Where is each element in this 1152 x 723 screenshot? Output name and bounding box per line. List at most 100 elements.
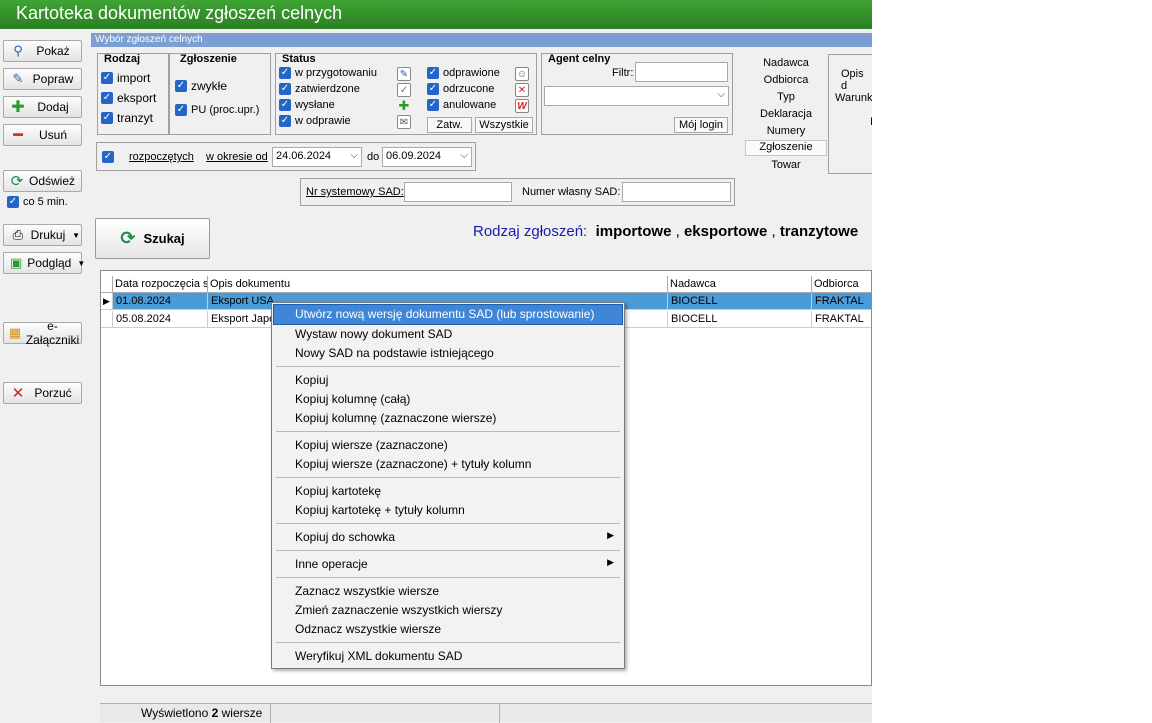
row-indicator-header [101, 276, 113, 293]
menu-item-label: Kopiuj do schowka [295, 530, 396, 544]
checkbox-icon: ✓ [427, 99, 439, 111]
cell-odbiorca[interactable]: FRAKTAL [812, 311, 871, 328]
checkbox-icon: ✓ [175, 80, 187, 92]
cell-nadawca[interactable]: BIOCELL [668, 311, 812, 328]
odswiez-button[interactable]: ⟳ Odśwież [3, 170, 82, 192]
checkmark-icon: ✓ [397, 83, 411, 97]
auto-refresh-toggle[interactable]: ✓ co 5 min. [7, 196, 68, 208]
checkbox-icon: ✓ [427, 67, 439, 79]
zgloszenie-pu-checkbox[interactable]: ✓ PU (proc.upr.) [175, 104, 259, 116]
tab-nadawca[interactable]: Nadawca [745, 57, 827, 69]
menu-item-nowa-wersja[interactable]: Utwórz nową wersję dokumentu SAD (lub sp… [273, 304, 623, 325]
nr-systemowy-input[interactable] [404, 182, 512, 202]
row-count-text: Wyświetlono 2 wiersze [141, 706, 262, 720]
tab-typ[interactable]: Typ [745, 91, 827, 103]
column-header-odbiorca[interactable]: Odbiorca [812, 276, 871, 293]
menu-item-odznacz-wszystkie[interactable]: Odznacz wszystkie wiersze [274, 620, 622, 639]
column-header-data[interactable]: Data rozpoczęcia s [113, 276, 208, 293]
status-odprawione-checkbox[interactable]: ✓ odprawione [427, 67, 500, 79]
date-type-link[interactable]: rozpoczętych [129, 151, 194, 163]
status-odrzucone-checkbox[interactable]: ✓ odrzucone [427, 83, 494, 95]
popraw-button[interactable]: ✎ Popraw [3, 68, 82, 90]
rodzaj-import-checkbox[interactable]: ✓ import [101, 71, 150, 85]
tab-towar[interactable]: Towar [745, 159, 827, 171]
status-wyslane-label: wysłane [295, 99, 335, 111]
tab-zgloszenie[interactable]: Zgłoszenie [745, 140, 827, 156]
column-header-nadawca[interactable]: Nadawca [668, 276, 812, 293]
checkbox-icon: ✓ [101, 72, 113, 84]
date-from-picker[interactable]: 24.06.2024 ⌵ [272, 147, 362, 167]
chevron-down-icon: ⌵ [460, 150, 468, 161]
nr-systemowy-label[interactable]: Nr systemowy SAD: [306, 186, 404, 198]
column-header-opis[interactable]: Opis dokumentu [208, 276, 668, 293]
porzuc-button[interactable]: ✕ Porzuć [3, 382, 82, 404]
status-zatwierdzone-checkbox[interactable]: ✓ zatwierdzone [279, 83, 360, 95]
chevron-down-icon: ⌵ [350, 150, 358, 161]
tab-numery[interactable]: Numery [745, 125, 827, 137]
cell-date[interactable]: 01.08.2024 [113, 293, 208, 310]
status-przygotowanie-checkbox[interactable]: ✓ w przygotowaniu [279, 67, 377, 79]
status-anulowane-checkbox[interactable]: ✓ anulowane [427, 99, 496, 111]
status-zatwierdzone-label: zatwierdzone [295, 83, 360, 95]
dropdown-arrow-icon: ▼ [72, 230, 81, 240]
plus-icon: ✚ [11, 99, 25, 116]
context-menu: Utwórz nową wersję dokumentu SAD (lub sp… [271, 302, 625, 669]
status-odprawa-checkbox[interactable]: ✓ w odprawie [279, 115, 351, 127]
date-to-picker[interactable]: 06.09.2024 ⌵ [382, 147, 472, 167]
rodzaj-eksport-checkbox[interactable]: ✓ eksport [101, 91, 156, 105]
rodzaj-tranzyt-checkbox[interactable]: ✓ tranzyt [101, 111, 153, 125]
date-range-link[interactable]: w okresie od [206, 151, 268, 163]
menu-item-wystaw-nowy[interactable]: Wystaw nowy dokument SAD [274, 325, 622, 344]
preview-icon: ▣ [10, 255, 23, 270]
close-icon: ✕ [11, 385, 25, 402]
menu-item-kopiuj-kartoteke[interactable]: Kopiuj kartotekę [274, 482, 622, 501]
refresh-icon: ⟳ [120, 228, 136, 248]
menu-item-kopiuj-do-schowka[interactable]: Kopiuj do schowka ▶ [274, 528, 622, 547]
menu-item-kopiuj-wiersze[interactable]: Kopiuj wiersze (zaznaczone) [274, 436, 622, 455]
ezalaczniki-button[interactable]: ▦ e-Załączniki [3, 319, 82, 347]
status-wyslane-checkbox[interactable]: ✓ wysłane [279, 99, 335, 111]
magic-wand-icon: ⚲ [13, 43, 23, 58]
cell-odbiorca[interactable]: FRAKTAL [812, 293, 871, 310]
rodzaj-info: Rodzaj zgłoszeń: importowe , eksportowe … [473, 223, 858, 240]
menu-separator [276, 523, 620, 524]
drukuj-button[interactable]: ⎙ Drukuj ▼ [3, 224, 82, 246]
tab-deklaracja[interactable]: Deklaracja [745, 108, 827, 120]
warunki-label: Warunk [835, 92, 872, 104]
szukaj-button[interactable]: ⟳ Szukaj [95, 218, 210, 259]
menu-item-weryfikuj-xml[interactable]: Weryfikuj XML dokumentu SAD [274, 647, 622, 666]
checkbox-icon: ✓ [427, 83, 439, 95]
menu-item-inne-operacje[interactable]: Inne operacje ▶ [274, 555, 622, 574]
date-filter-checkbox[interactable]: ✓ [102, 151, 114, 163]
menu-item-nowy-na-podstawie[interactable]: Nowy SAD na podstawie istniejącego [274, 344, 622, 363]
menu-item-kopiuj-kartoteke-tytuly[interactable]: Kopiuj kartotekę + tytuły kolumn [274, 501, 622, 520]
extra-label: I [870, 116, 872, 128]
attachment-icon: ▦ [8, 325, 22, 340]
agent-filter-input[interactable] [635, 62, 728, 82]
nr-wlasny-input[interactable] [622, 182, 731, 202]
menu-item-zaznacz-wszystkie[interactable]: Zaznacz wszystkie wiersze [274, 582, 622, 601]
menu-item-zmien-zaznaczenie[interactable]: Zmień zaznaczenie wszystkich wierszy [274, 601, 622, 620]
wszystkie-button[interactable]: Wszystkie [475, 117, 533, 133]
cell-date[interactable]: 05.08.2024 [113, 311, 208, 328]
menu-item-kopiuj[interactable]: Kopiuj [274, 371, 622, 390]
menu-item-kopiuj-kolumne-zazn[interactable]: Kopiuj kolumnę (zaznaczone wiersze) [274, 409, 622, 428]
dropdown-arrow-icon: ▼ [77, 258, 86, 268]
zgloszenie-zwykle-checkbox[interactable]: ✓ zwykłe [175, 79, 227, 93]
rodzaj-info-tranzyt: tranzytowe [779, 223, 859, 240]
rodzaj-eksport-label: eksport [117, 91, 157, 105]
moj-login-button[interactable]: Mój login [674, 117, 728, 133]
dodaj-button[interactable]: ✚ Dodaj [3, 96, 82, 118]
zatw-button[interactable]: Zatw. [427, 117, 472, 133]
tab-odbiorca[interactable]: Odbiorca [745, 74, 827, 86]
pokaz-button[interactable]: ⚲ Pokaż [3, 40, 82, 62]
usun-button[interactable]: ━ Usuń [3, 124, 82, 146]
cell-nadawca[interactable]: BIOCELL [668, 293, 812, 310]
agent-select[interactable]: ⌵ [544, 86, 729, 106]
status-odprawione-label: odprawione [443, 67, 500, 79]
rodzaj-info-sep: , [675, 223, 680, 240]
menu-item-kopiuj-wiersze-tytuly[interactable]: Kopiuj wiersze (zaznaczone) + tytuły kol… [274, 455, 622, 474]
opis-label: Opis d [841, 68, 864, 92]
menu-item-kopiuj-kolumne[interactable]: Kopiuj kolumnę (całą) [274, 390, 622, 409]
podglad-button[interactable]: ▣ Podgląd ▼ [3, 252, 86, 274]
